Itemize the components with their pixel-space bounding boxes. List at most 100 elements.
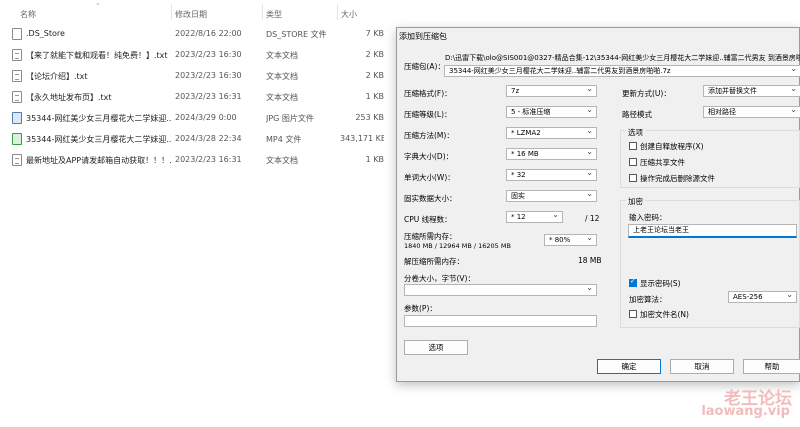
text-file-icon [12,70,22,82]
file-row[interactable]: .DS_Store 2022/8/16 22:00 DS_STORE 文件 7 … [0,24,392,45]
method-label: 压缩方法(M)： [404,131,454,140]
file-name: 35344-网红美少女三月樱花大二学妹迎... [26,135,172,144]
format-label: 压缩格式(F)： [404,89,452,98]
file-date: 2023/2/23 16:31 [175,92,242,101]
help-button[interactable]: 帮助 [743,359,800,374]
path-mode-select[interactable]: 相对路径 [703,106,800,118]
password-label: 输入密码： [629,213,667,222]
file-size: 1 KB [365,92,384,101]
image-file-icon [12,112,22,124]
decompress-memory-value: 18 MB [578,256,602,265]
sfx-checkbox[interactable] [629,142,637,150]
text-file-icon [12,154,22,166]
update-mode-select[interactable]: 添加并替换文件 [703,85,800,97]
dict-select[interactable]: * 16 MB [506,148,597,160]
file-type: JPG 图片文件 [266,114,314,123]
sort-chevron-up-icon: ⌃ [95,2,101,10]
update-mode-label: 更新方式(U)： [622,89,671,98]
cpu-select[interactable]: * 12 [506,211,563,223]
word-label: 单词大小(W)： [404,173,455,182]
file-name: 最新地址及APP请发邮箱自动获取！！！... [26,156,172,165]
sfx-label: 创建自释放程序(X) [640,142,704,151]
archive-name-combo[interactable]: 35344-网红美少女三月樱花大二学妹迎..辅富二代男友到酒景房啪啪.7z [444,65,800,77]
solid-label: 固实数据大小： [404,194,457,203]
shared-files-checkbox[interactable] [629,158,637,166]
file-type: 文本文档 [266,156,298,165]
file-row[interactable]: 最新地址及APP请发邮箱自动获取！！！... 2023/2/23 16:31 文… [0,150,392,171]
split-label: 分卷大小，字节(V)： [404,274,475,283]
file-size: 7 KB [365,29,384,38]
file-name: 【来了就能下载和观看！纯免费！】.txt [26,51,168,60]
memory-percent-select[interactable]: * 80% [544,234,597,246]
format-select[interactable]: 7z [506,85,597,97]
encryption-method-select[interactable]: AES-256 [728,291,797,303]
ok-button[interactable]: 确定 [597,359,661,374]
file-name: .DS_Store [26,29,65,38]
word-select[interactable]: * 32 [506,169,597,181]
params-label: 参数(P)： [404,304,437,313]
file-type: 文本文档 [266,72,298,81]
column-header-date[interactable]: 修改日期 [175,9,207,20]
video-file-icon [12,133,22,145]
memory-detail: 1840 MB / 12964 MB / 16205 MB [404,242,511,250]
path-mode-label: 路径模式 [622,110,652,119]
encrypt-names-checkbox[interactable] [629,310,637,318]
file-row[interactable]: 35344-网红美少女三月樱花大二学妹迎... 2024/3/29 0:00 J… [0,108,392,129]
cpu-total: / 12 [585,214,600,223]
watermark-url: laowang.vip [701,404,790,419]
delete-source-checkbox[interactable] [629,174,637,182]
options-button[interactable]: 选项 [404,340,468,355]
file-date: 2022/8/16 22:00 [175,29,242,38]
file-type: 文本文档 [266,51,298,60]
file-type: 文本文档 [266,93,298,102]
column-divider[interactable] [171,4,172,20]
decompress-memory-label: 解压缩所需内存： [404,257,464,266]
dialog-title: 添加到压缩包 [399,32,447,41]
file-size: 2 KB [365,71,384,80]
file-size: 2 KB [365,50,384,59]
options-group-title: 选项 [626,127,645,138]
file-name: 【永久地址发布页】.txt [26,93,112,102]
method-select[interactable]: * LZMA2 [506,127,597,139]
file-row[interactable]: 【永久地址发布页】.txt 2023/2/23 16:31 文本文档 1 KB [0,87,392,108]
file-row[interactable]: 【来了就能下载和观看！纯免费！】.txt 2023/2/23 16:30 文本文… [0,45,392,66]
add-to-archive-dialog: 添加到压缩包 压缩包(A)： D:\迅雷下载\olo@SIS001@0327-精… [396,27,800,382]
file-size: 343,171 KB [340,134,384,143]
params-input[interactable] [404,315,597,327]
column-header-size[interactable]: 大小 [341,9,357,20]
file-size: 1 KB [365,155,384,164]
column-header-type[interactable]: 类型 [266,9,282,20]
file-row[interactable]: 35344-网红美少女三月樱花大二学妹迎... 2024/3/28 22:34 … [0,129,392,150]
column-divider[interactable] [337,4,338,20]
cancel-button[interactable]: 取消 [670,359,734,374]
encryption-group-title: 加密 [626,196,645,207]
show-password-checkbox[interactable] [629,277,637,287]
solid-select[interactable]: 固实 [506,190,597,202]
encryption-method-label: 加密算法： [629,295,667,304]
show-password-label: 显示密码(S) [640,279,681,288]
file-size: 253 KB [355,113,384,122]
text-file-icon [12,91,22,103]
archive-path: D:\迅雷下载\olo@SIS001@0327-精品合集-12\35344-网红… [445,54,800,62]
file-date: 2023/2/23 16:31 [175,155,242,164]
text-file-icon [12,49,22,61]
level-label: 压缩等级(L)： [404,110,452,119]
delete-source-label: 操作完成后删除源文件 [640,174,715,183]
level-select[interactable]: 5 - 标准压缩 [506,106,597,118]
file-name: 【论坛介绍】.txt [26,72,88,81]
file-date: 2023/2/23 16:30 [175,50,242,59]
file-name: 35344-网红美少女三月樱花大二学妹迎... [26,114,172,123]
file-type: DS_STORE 文件 [266,30,327,39]
file-row[interactable]: 【论坛介绍】.txt 2023/2/23 16:30 文本文档 2 KB [0,66,392,87]
encrypt-names-label: 加密文件名(N) [640,310,689,319]
file-icon [12,28,22,40]
archive-label: 压缩包(A)： [404,62,445,71]
file-date: 2023/2/23 16:30 [175,71,242,80]
password-input[interactable]: 上老王论坛当老王 [628,224,797,238]
split-size-combo[interactable] [404,284,597,296]
file-date: 2024/3/28 22:34 [175,134,242,143]
column-divider[interactable] [262,4,263,20]
file-date: 2024/3/29 0:00 [175,113,237,122]
memory-label: 压缩所需内存： [404,232,457,241]
column-header-name[interactable]: 名称 [20,9,36,20]
